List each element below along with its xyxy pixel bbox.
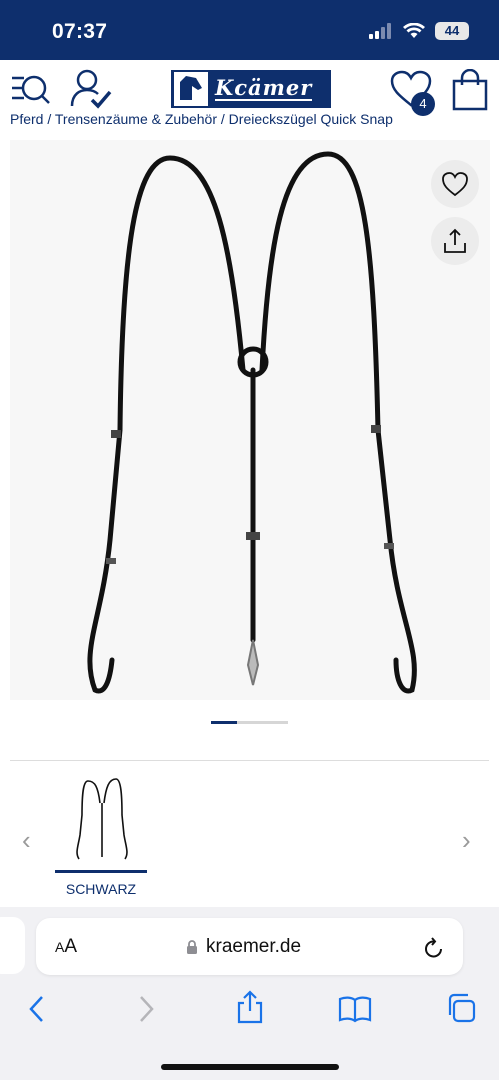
variant-swatch[interactable]: SCHWARZ (55, 775, 147, 900)
variant-thumbnail (76, 778, 128, 860)
previous-tab-peek[interactable] (0, 917, 25, 974)
shopping-bag-icon[interactable] (451, 68, 489, 116)
book-icon[interactable] (338, 995, 372, 1028)
logo-text: Kcämer (215, 75, 313, 101)
status-icons: 44 (369, 22, 469, 40)
heart-outline-icon (442, 172, 468, 197)
home-indicator (161, 1064, 339, 1070)
address-bar[interactable]: AA kraemer.de (36, 918, 463, 975)
horse-logo-icon (174, 72, 208, 106)
product-reins-photo (87, 151, 417, 694)
status-bar: 07:37 44 (0, 0, 499, 60)
url-text: kraemer.de (206, 936, 302, 957)
variant-label: SCHWARZ (65, 881, 137, 897)
brand-logo[interactable]: Kcämer (171, 70, 331, 108)
share-sheet-icon[interactable] (236, 990, 264, 1029)
signal-icon (369, 23, 391, 39)
variant-selected-underline (55, 870, 147, 873)
product-image[interactable] (10, 140, 490, 700)
chevron-left-icon[interactable]: ‹ (22, 825, 31, 856)
share-button[interactable] (431, 217, 479, 265)
divider (10, 760, 489, 761)
wifi-icon (403, 23, 425, 38)
url-display[interactable]: kraemer.de (186, 936, 301, 958)
status-time: 07:37 (52, 20, 108, 43)
favorite-button[interactable] (431, 160, 479, 208)
account-check-icon[interactable] (70, 68, 112, 115)
breadcrumb[interactable]: Pferd / Trensenzäume & Zubehör / Dreieck… (10, 113, 490, 129)
chevron-right-icon[interactable]: › (462, 825, 471, 856)
share-icon (444, 228, 466, 253)
carousel-indicator-active (211, 721, 237, 724)
text-size-button[interactable]: AA (55, 936, 77, 958)
forward-arrow-icon[interactable] (137, 995, 155, 1028)
back-arrow-icon[interactable] (28, 995, 46, 1028)
tabs-icon[interactable] (446, 993, 476, 1028)
carousel-indicator (211, 721, 288, 724)
battery-indicator: 44 (435, 22, 469, 40)
search-menu-icon[interactable] (10, 72, 52, 113)
reload-icon[interactable] (423, 935, 445, 964)
lock-icon (187, 940, 197, 954)
